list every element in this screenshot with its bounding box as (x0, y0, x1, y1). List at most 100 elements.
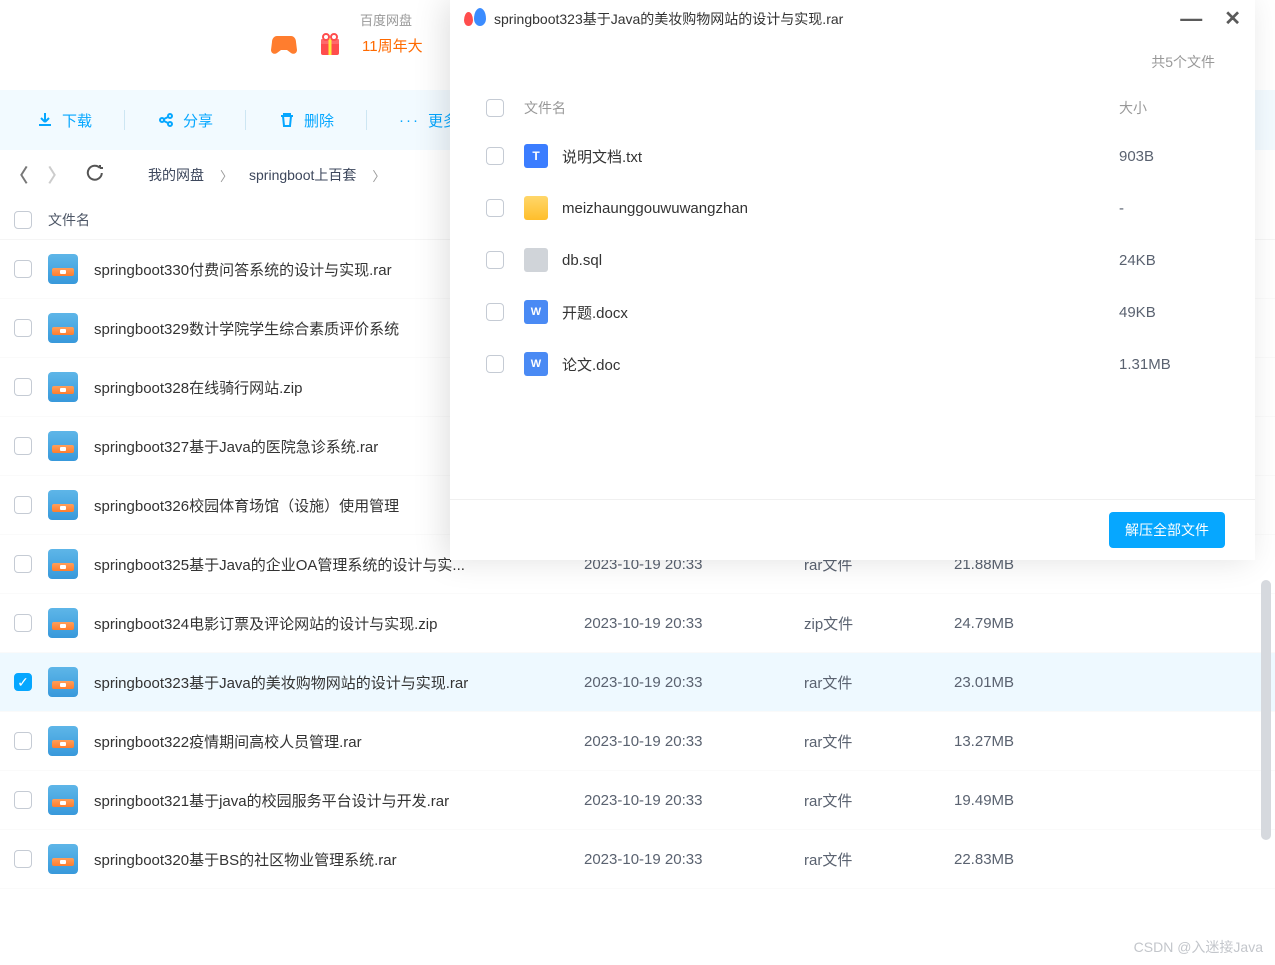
file-type: rar文件 (804, 849, 954, 870)
watermark: CSDN @入迷接Java (1134, 937, 1263, 957)
panel-file-row[interactable]: db.sql 24KB (486, 234, 1219, 286)
panel-column-header: 文件名 大小 (450, 86, 1255, 130)
file-date: 2023-10-19 20:33 (584, 792, 804, 809)
archive-icon (48, 431, 78, 461)
breadcrumb-root[interactable]: 我的网盘 (148, 165, 204, 185)
panel-file-name: 论文.doc (562, 354, 1119, 375)
nav-controls: 〈 〉 (10, 162, 104, 188)
doc-icon (524, 300, 548, 324)
download-label: 下载 (62, 110, 92, 131)
refresh-icon[interactable] (86, 164, 104, 186)
row-checkbox[interactable] (14, 437, 32, 455)
row-checkbox[interactable] (14, 732, 32, 750)
panel-title: springboot323基于Java的美妆购物网站的设计与实现.rar (494, 9, 1172, 29)
file-date: 2023-10-19 20:33 (584, 733, 804, 750)
select-all-checkbox[interactable] (14, 211, 32, 229)
panel-titlebar: springboot323基于Java的美妆购物网站的设计与实现.rar — ✕ (450, 0, 1255, 38)
row-checkbox[interactable] (14, 378, 32, 396)
forward-icon[interactable]: 〉 (48, 162, 66, 188)
row-checkbox[interactable] (14, 496, 32, 514)
file-row[interactable]: springboot322疫情期间高校人员管理.rar 2023-10-19 2… (0, 712, 1275, 771)
archive-icon (48, 372, 78, 402)
row-checkbox[interactable] (14, 791, 32, 809)
minimize-icon[interactable]: — (1180, 6, 1202, 32)
panel-row-checkbox[interactable] (486, 199, 504, 217)
file-name: springboot323基于Java的美妆购物网站的设计与实现.rar (94, 672, 584, 693)
extract-all-button[interactable]: 解压全部文件 (1109, 512, 1225, 548)
archive-icon (48, 667, 78, 697)
doc-icon (524, 352, 548, 376)
panel-file-row[interactable]: meizhaunggouwuwangzhan - (486, 182, 1219, 234)
file-date: 2023-10-19 20:33 (584, 674, 804, 691)
file-size: 13.27MB (954, 733, 1074, 750)
file-size: 22.83MB (954, 851, 1074, 868)
app-label: 百度网盘 (360, 10, 412, 29)
row-checkbox[interactable] (14, 673, 32, 691)
panel-file-name: db.sql (562, 252, 1119, 269)
file-name: springboot322疫情期间高校人员管理.rar (94, 731, 584, 752)
panel-row-checkbox[interactable] (486, 251, 504, 269)
panel-file-row[interactable]: 开题.docx 49KB (486, 286, 1219, 338)
archive-icon (48, 726, 78, 756)
panel-row-checkbox[interactable] (486, 147, 504, 165)
archive-icon (48, 844, 78, 874)
promo-text[interactable]: 11周年大 (362, 35, 423, 56)
panel-file-name: meizhaunggouwuwangzhan (562, 200, 1119, 217)
breadcrumb-folder[interactable]: springboot上百套 (249, 165, 356, 185)
panel-file-size: 49KB (1119, 304, 1219, 321)
scrollbar[interactable] (1261, 580, 1271, 840)
row-checkbox[interactable] (14, 260, 32, 278)
panel-row-checkbox[interactable] (486, 355, 504, 373)
panel-file-size: - (1119, 200, 1219, 217)
txt-icon (524, 144, 548, 168)
file-row[interactable]: springboot323基于Java的美妆购物网站的设计与实现.rar 202… (0, 653, 1275, 712)
share-label: 分享 (183, 110, 213, 131)
download-button[interactable]: 下载 (20, 104, 108, 137)
file-size: 19.49MB (954, 792, 1074, 809)
file-row[interactable]: springboot320基于BS的社区物业管理系统.rar 2023-10-1… (0, 830, 1275, 889)
file-name: springboot320基于BS的社区物业管理系统.rar (94, 849, 584, 870)
panel-select-all-checkbox[interactable] (486, 99, 504, 117)
file-type: rar文件 (804, 672, 954, 693)
panel-file-row[interactable]: 说明文档.txt 903B (486, 130, 1219, 182)
row-checkbox[interactable] (14, 319, 32, 337)
back-icon[interactable]: 〈 (10, 162, 28, 188)
panel-file-list: 说明文档.txt 903B meizhaunggouwuwangzhan - d… (450, 130, 1255, 499)
file-row[interactable]: springboot321基于java的校园服务平台设计与开发.rar 2023… (0, 771, 1275, 830)
sql-icon (524, 248, 548, 272)
panel-file-name: 说明文档.txt (562, 146, 1119, 167)
panel-file-size: 1.31MB (1119, 356, 1219, 373)
file-type: rar文件 (804, 731, 954, 752)
archive-icon (48, 785, 78, 815)
delete-label: 删除 (304, 110, 334, 131)
panel-row-checkbox[interactable] (486, 303, 504, 321)
file-type: rar文件 (804, 790, 954, 811)
close-icon[interactable]: ✕ (1224, 6, 1241, 32)
file-name: springboot324电影订票及评论网站的设计与实现.zip (94, 613, 584, 634)
row-checkbox[interactable] (14, 850, 32, 868)
delete-button[interactable]: 删除 (262, 104, 350, 137)
archive-icon (48, 490, 78, 520)
archive-icon (48, 313, 78, 343)
file-row[interactable]: springboot324电影订票及评论网站的设计与实现.zip 2023-10… (0, 594, 1275, 653)
panel-file-row[interactable]: 论文.doc 1.31MB (486, 338, 1219, 390)
archive-icon (48, 254, 78, 284)
gift-icon[interactable] (316, 31, 344, 59)
archive-icon (48, 549, 78, 579)
separator (245, 110, 246, 130)
file-name: springboot321基于java的校园服务平台设计与开发.rar (94, 790, 584, 811)
baidu-logo-icon (464, 8, 486, 30)
row-checkbox[interactable] (14, 555, 32, 573)
chevron-right-icon: 〉 (372, 166, 385, 185)
folder-icon (524, 196, 548, 220)
separator (366, 110, 367, 130)
file-size: 24.79MB (954, 615, 1074, 632)
file-type: zip文件 (804, 613, 954, 634)
file-size: 23.01MB (954, 674, 1074, 691)
game-icon[interactable] (270, 31, 298, 59)
row-checkbox[interactable] (14, 614, 32, 632)
panel-file-name: 开题.docx (562, 302, 1119, 323)
panel-column-name: 文件名 (524, 98, 1119, 118)
file-count-label: 共5个文件 (450, 38, 1255, 86)
share-button[interactable]: 分享 (141, 104, 229, 137)
